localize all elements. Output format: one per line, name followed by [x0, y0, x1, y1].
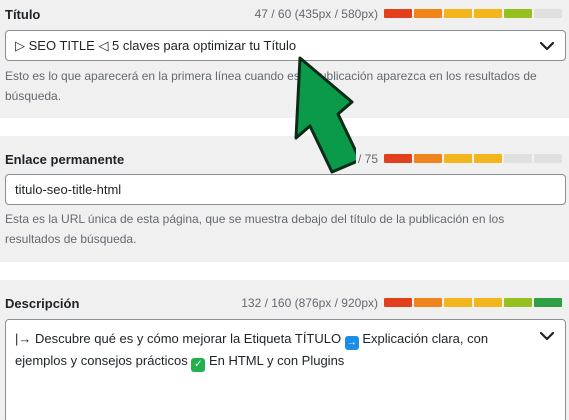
description-line-2: ejemplos y consejos prácticos ✓ En HTML …	[15, 350, 525, 372]
title-length-meter	[384, 9, 562, 18]
title-label: Título	[5, 6, 41, 22]
meter-segment	[384, 154, 412, 163]
seo-settings-panel: Título 47 / 60 (435px / 580px) ▷ SEO TIT…	[0, 0, 569, 420]
check-mark-emoji-icon: ✓	[191, 358, 206, 372]
slug-label-row: Enlace permanente / 75	[5, 150, 564, 168]
slug-counter: / 75	[357, 152, 378, 166]
meter-segment	[504, 154, 532, 163]
description-text: En HTML y con Plugins	[208, 353, 345, 368]
section-divider	[0, 262, 569, 280]
title-counter: 47 / 60 (435px / 580px)	[254, 7, 378, 21]
meter-segment	[504, 9, 532, 18]
description-label: Descripción	[5, 295, 80, 311]
meter-segment	[414, 154, 442, 163]
meter-segment	[444, 9, 472, 18]
meter-segment	[444, 154, 472, 163]
title-label-row: Título 47 / 60 (435px / 580px)	[5, 5, 564, 23]
description-line-1: |→ Descubre qué es y cómo mejorar la Eti…	[15, 328, 525, 350]
description-text: |→ Descubre qué es y cómo mejorar la Eti…	[15, 331, 342, 346]
meter-segment	[444, 298, 472, 307]
meter-segment	[414, 9, 442, 18]
description-text: ejemplos y consejos prácticos	[15, 353, 188, 368]
description-textarea[interactable]: |→ Descubre qué es y cómo mejorar la Eti…	[5, 319, 566, 420]
slug-length-meter	[384, 154, 562, 163]
chevron-down-icon[interactable]	[539, 38, 555, 54]
chevron-down-icon[interactable]	[539, 328, 555, 344]
meter-segment	[474, 298, 502, 307]
meter-segment	[414, 298, 442, 307]
description-section: Descripción 132 / 160 (876px / 920px) |→…	[0, 286, 569, 420]
meter-segment	[384, 298, 412, 307]
meter-segment	[384, 9, 412, 18]
annotation-arrow-icon	[294, 56, 356, 174]
title-help-text: Esto es lo que aparecerá en la primera l…	[5, 69, 537, 103]
description-text: Explicación clara, con	[362, 331, 489, 346]
slug-label: Enlace permanente	[5, 151, 125, 167]
slug-help-text: Esta es la URL única de esta página, que…	[5, 212, 505, 246]
meter-segment	[504, 298, 532, 307]
meter-segment	[534, 298, 562, 307]
slug-section: Enlace permanente / 75 titulo-seo-title-…	[0, 142, 569, 254]
meter-segment	[534, 154, 562, 163]
description-label-row: Descripción 132 / 160 (876px / 920px)	[5, 294, 564, 312]
title-input-value: ▷ SEO TITLE ◁ 5 claves para optimizar tu…	[15, 37, 297, 53]
arrow-right-emoji-icon: →	[344, 336, 359, 350]
section-divider	[0, 118, 569, 136]
meter-segment	[474, 154, 502, 163]
meter-segment	[474, 9, 502, 18]
slug-input[interactable]: titulo-seo-title-html	[5, 174, 566, 205]
title-section: Título 47 / 60 (435px / 580px) ▷ SEO TIT…	[0, 0, 569, 112]
description-length-meter	[384, 298, 562, 307]
slug-input-value: titulo-seo-title-html	[15, 182, 122, 197]
description-counter: 132 / 160 (876px / 920px)	[241, 296, 378, 310]
meter-segment	[534, 9, 562, 18]
